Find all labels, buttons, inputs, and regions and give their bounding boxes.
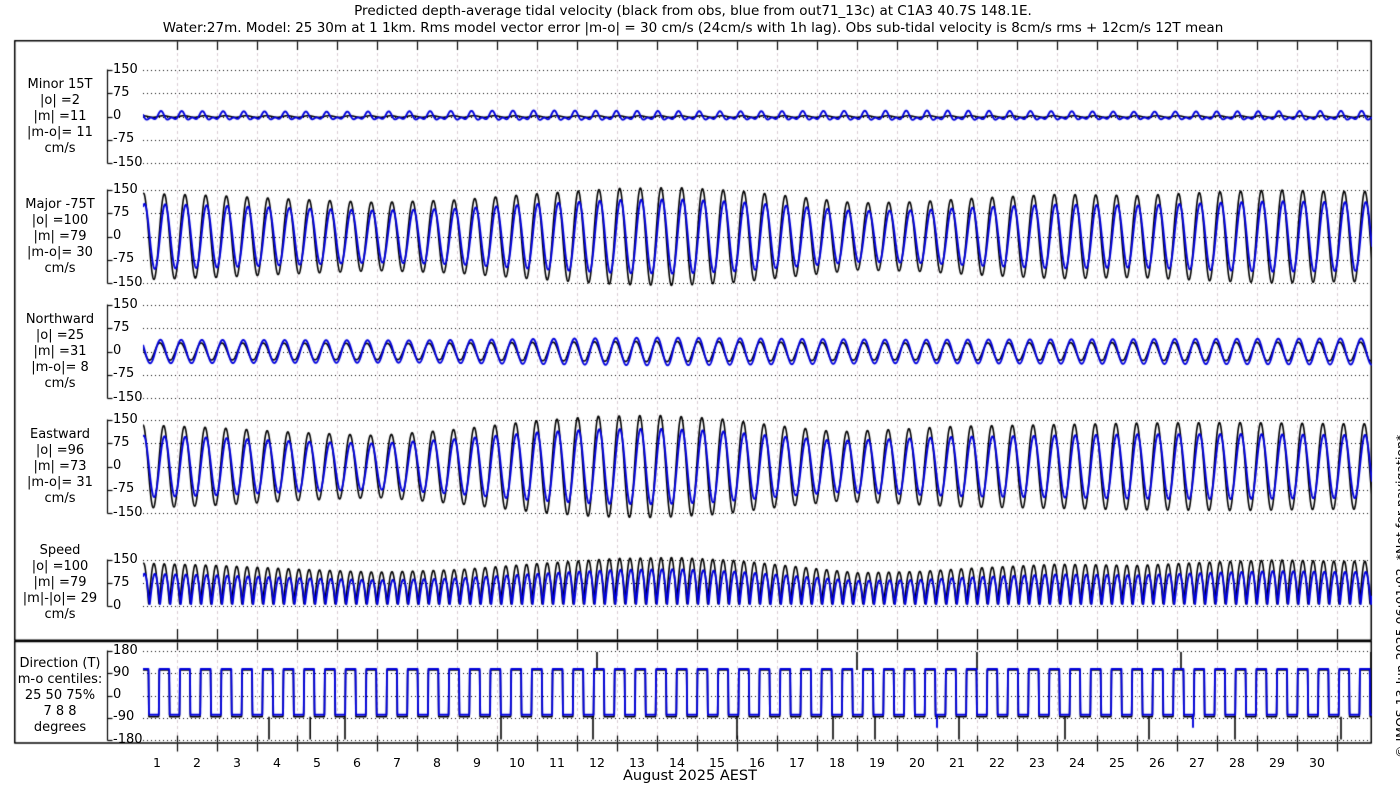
y-tick-label: 0 (113, 687, 122, 702)
panel-label-line: |o| =100 (31, 212, 89, 228)
x-tick-label: 27 (1189, 755, 1205, 770)
y-tick-label: 75 (113, 204, 130, 220)
panel-label-line: |m| =31 (33, 343, 87, 359)
x-tick-label: 9 (473, 755, 481, 770)
x-tick-label: 21 (949, 755, 965, 770)
y-tick-label: 90 (113, 664, 130, 680)
panel-label-line: |m| =11 (33, 108, 87, 124)
y-tick-label: 150 (113, 411, 138, 427)
panel-label-line: cm/s (44, 607, 76, 622)
panel-label-line: |m|-|o|= 29 (22, 591, 98, 606)
panel-label-line: Northward (25, 311, 95, 327)
watermark-credit: © IMOS 13-Jun-2025 06:01:02. *Not for na… (1393, 434, 1400, 758)
figure-title-line2: Water:27m. Model: 25 30m at 1 1km. Rms m… (162, 20, 1224, 36)
x-tick-label: 1 (153, 755, 161, 770)
panel-label-line: Major -75T (25, 196, 95, 212)
y-tick-label: 75 (113, 319, 130, 335)
x-tick-label: 25 (1109, 755, 1125, 770)
y-tick-label: 0 (113, 597, 122, 613)
x-tick-label: 8 (433, 755, 441, 770)
y-tick-label: -75 (113, 366, 135, 382)
y-tick-label: -75 (113, 131, 135, 147)
tidal-velocity-figure: Predicted depth-average tidal velocity (… (0, 0, 1400, 800)
y-tick-label: 150 (113, 61, 138, 77)
x-tick-label: 23 (1029, 755, 1045, 770)
panel-label-line: |o| =96 (35, 442, 85, 458)
panel-label-line: Direction (T) (19, 655, 101, 671)
panel-label-line: |m-o|= 31 (27, 474, 93, 490)
x-tick-label: 19 (869, 755, 885, 770)
y-tick-label: 150 (113, 551, 138, 567)
y-tick-label: 180 (113, 642, 138, 658)
panel-label-line: Eastward (29, 426, 91, 442)
panel-label-direction: Direction (T) m-o centiles: 25 50 75% 7 8 8… (12, 656, 108, 736)
x-tick-label: 26 (1149, 755, 1165, 770)
y-tick-label: -75 (113, 481, 135, 497)
tidal-plot-canvas (0, 0, 1400, 800)
y-tick-label: 150 (113, 296, 138, 312)
panel-label-northward: Northward |o| =25 |m| =31 |m-o|= 8 cm/s (12, 312, 108, 392)
panel-label-line: m-o centiles: (17, 671, 103, 687)
x-tick-label: 10 (509, 755, 525, 770)
x-tick-label: 7 (393, 755, 401, 770)
y-tick-label: 75 (113, 574, 130, 590)
y-tick-label: -150 (113, 154, 143, 170)
figure-title-line1: Predicted depth-average tidal velocity (… (354, 3, 1032, 19)
panel-label-speed: Speed |o| =100 |m| =79 |m|-|o|= 29 cm/s (12, 543, 108, 623)
y-tick-label: 75 (113, 84, 130, 100)
y-tick-label: 150 (113, 181, 138, 197)
x-tick-label: 3 (233, 755, 241, 770)
panel-label-line: |m-o|= 8 (31, 359, 89, 375)
x-tick-label: 30 (1309, 755, 1325, 770)
x-tick-label: 4 (273, 755, 281, 770)
panel-label-eastward: Eastward |o| =96 |m| =73 |m-o|= 31 cm/s (12, 427, 108, 507)
x-tick-label: 24 (1069, 755, 1085, 770)
y-tick-label: 0 (113, 343, 122, 358)
panel-label-line: 25 50 75% (24, 687, 96, 703)
y-tick-label: -90 (113, 709, 135, 725)
panel-label-line: 7 8 8 (43, 703, 77, 719)
x-tick-label: 5 (313, 755, 321, 770)
x-tick-label: 2 (193, 755, 201, 770)
y-tick-label: 0 (113, 108, 122, 123)
x-tick-label: 22 (989, 755, 1005, 770)
y-tick-label: -150 (113, 504, 143, 520)
y-tick-label: -180 (113, 731, 143, 747)
panel-label-line: Speed (39, 543, 81, 558)
panel-label-line: |o| =100 (31, 559, 89, 574)
panel-label-minor: Minor 15T |o| =2 |m| =11 |m-o|= 11 cm/s (12, 77, 108, 157)
panel-label-line: |m| =79 (33, 228, 87, 244)
panel-label-line: |m-o|= 11 (27, 124, 93, 140)
x-tick-label: 20 (909, 755, 925, 770)
x-tick-label: 28 (1229, 755, 1245, 770)
panel-label-line: |o| =2 (39, 92, 80, 108)
panel-label-line: cm/s (44, 140, 76, 156)
y-tick-label: 75 (113, 434, 130, 450)
y-tick-label: 0 (113, 228, 122, 243)
x-axis-title: August 2025 AEST (622, 768, 757, 784)
panel-label-line: |o| =25 (35, 327, 85, 343)
panel-label-line: |m-o|= 30 (27, 244, 93, 260)
panel-label-line: degrees (33, 719, 87, 735)
panel-label-line: cm/s (44, 375, 76, 391)
panel-label-line: cm/s (44, 490, 76, 506)
panel-label-line: cm/s (44, 260, 76, 276)
panel-label-major: Major -75T |o| =100 |m| =79 |m-o|= 30 cm/s (12, 197, 108, 277)
y-tick-label: -75 (113, 251, 135, 267)
panel-label-line: |m| =79 (33, 575, 87, 590)
panel-label-line: Minor 15T (27, 76, 93, 92)
x-tick-label: 29 (1269, 755, 1285, 770)
y-tick-label: -150 (113, 274, 143, 290)
y-tick-label: -150 (113, 389, 143, 405)
panel-label-line: |m| =73 (33, 458, 87, 474)
x-tick-label: 6 (353, 755, 361, 770)
y-tick-label: 0 (113, 458, 122, 473)
